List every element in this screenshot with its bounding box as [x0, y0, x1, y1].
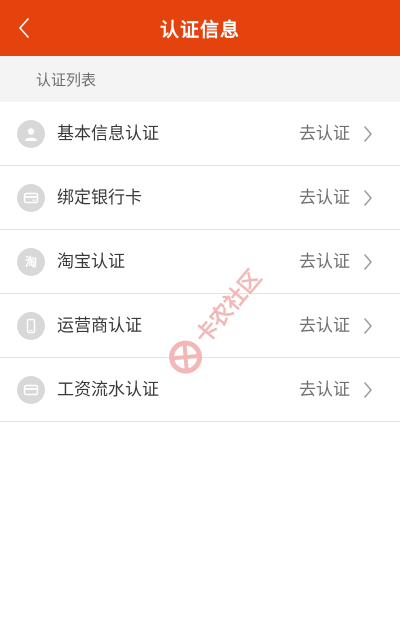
app-root: 认证信息 认证列表 基本信息认证 去认证 绑定银行卡 去认证 淘 淘宝认证 去认…	[0, 0, 400, 640]
taobao-icon-glyph: 淘	[24, 255, 37, 269]
list-item-carrier[interactable]: 运营商认证 去认证	[0, 294, 400, 358]
chevron-right-icon	[360, 382, 376, 398]
page-title: 认证信息	[159, 18, 240, 41]
verify-link[interactable]: 去认证	[299, 166, 350, 230]
person-icon	[17, 120, 45, 148]
verify-link[interactable]: 去认证	[299, 230, 350, 294]
chevron-right-icon	[360, 126, 376, 142]
chevron-right-icon	[360, 254, 376, 270]
chevron-left-icon	[19, 18, 29, 38]
list-item-label: 工资流水认证	[57, 380, 159, 400]
app-header: 认证信息	[0, 0, 400, 56]
verify-link[interactable]: 去认证	[299, 102, 350, 166]
verify-link[interactable]: 去认证	[299, 358, 350, 422]
chevron-right-icon	[360, 318, 376, 334]
back-button[interactable]	[6, 8, 42, 48]
section-label: 认证列表	[0, 56, 400, 102]
bank-card-icon	[17, 184, 45, 212]
list-item-bank-card[interactable]: 绑定银行卡 去认证	[0, 166, 400, 230]
taobao-icon: 淘	[17, 248, 45, 276]
mobile-phone-icon	[17, 312, 45, 340]
list-item-taobao[interactable]: 淘 淘宝认证 去认证	[0, 230, 400, 294]
list-item-label: 基本信息认证	[57, 124, 159, 144]
list-item-label: 绑定银行卡	[57, 188, 142, 208]
list-item-salary-statement[interactable]: 工资流水认证 去认证	[0, 358, 400, 422]
verify-link[interactable]: 去认证	[299, 294, 350, 358]
list-item-basic-info[interactable]: 基本信息认证 去认证	[0, 102, 400, 166]
list-item-label: 运营商认证	[57, 316, 142, 336]
list-item-label: 淘宝认证	[57, 252, 125, 272]
chevron-right-icon	[360, 190, 376, 206]
card-icon	[17, 376, 45, 404]
verification-list: 基本信息认证 去认证 绑定银行卡 去认证 淘 淘宝认证 去认证 运营商认证 去认…	[0, 102, 400, 422]
